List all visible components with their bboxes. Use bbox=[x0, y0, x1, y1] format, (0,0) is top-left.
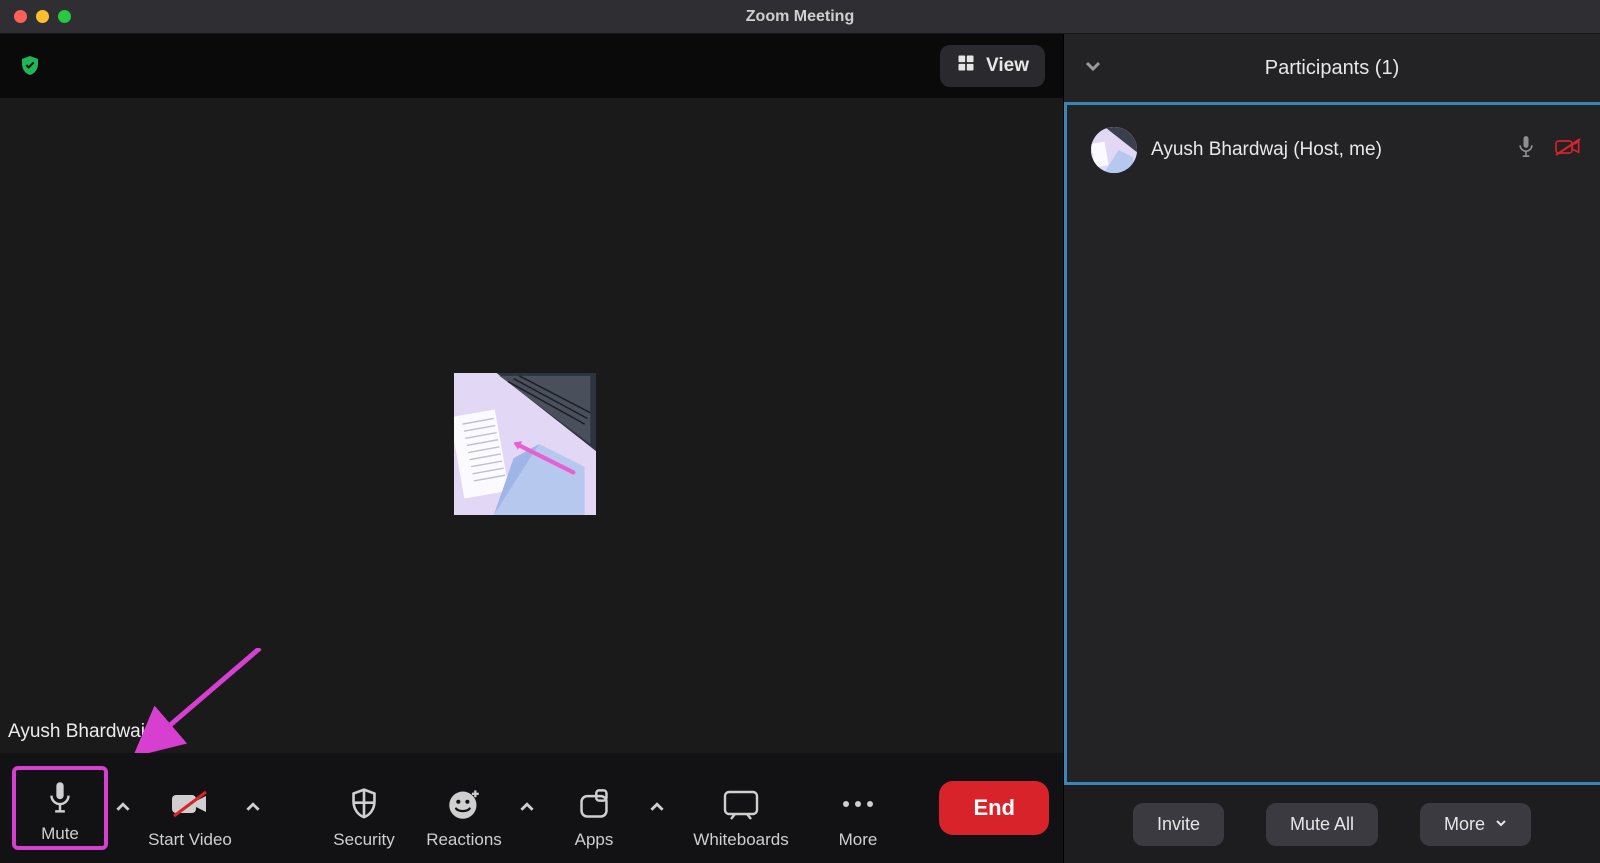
encryption-shield-icon[interactable] bbox=[18, 54, 42, 78]
participants-more-label: More bbox=[1444, 814, 1485, 835]
meeting-toolbar: Mute Start Video bbox=[0, 753, 1063, 863]
whiteboards-button[interactable]: Whiteboards bbox=[676, 766, 806, 850]
view-button-label: View bbox=[986, 55, 1029, 77]
mute-all-label: Mute All bbox=[1290, 814, 1354, 835]
close-window-button[interactable] bbox=[14, 10, 27, 23]
apps-options-caret[interactable] bbox=[642, 790, 672, 827]
reactions-button[interactable]: Reactions bbox=[416, 766, 512, 850]
mute-label: Mute bbox=[41, 824, 79, 844]
app-window: Zoom Meeting View bbox=[0, 0, 1600, 863]
participants-collapse-caret[interactable] bbox=[1084, 57, 1102, 80]
participant-status-icons bbox=[1516, 135, 1582, 165]
whiteboards-label: Whiteboards bbox=[693, 830, 788, 850]
view-button[interactable]: View bbox=[940, 45, 1045, 87]
whiteboard-icon bbox=[721, 784, 761, 824]
start-video-label: Start Video bbox=[148, 830, 232, 850]
apps-button[interactable]: Apps bbox=[546, 766, 642, 850]
chevron-down-icon bbox=[1495, 816, 1507, 832]
microphone-icon bbox=[1516, 135, 1536, 165]
maximize-window-button[interactable] bbox=[58, 10, 71, 23]
more-icon bbox=[840, 784, 876, 824]
avatar bbox=[1091, 127, 1137, 173]
window-title: Zoom Meeting bbox=[0, 8, 1600, 26]
video-controls-group: Start Video bbox=[142, 766, 268, 850]
participants-panel: Participants (1) Ayush Bhardwaj (Host, m… bbox=[1064, 34, 1600, 863]
invite-label: Invite bbox=[1157, 814, 1200, 835]
participant-name: Ayush Bhardwaj (Host, me) bbox=[1151, 139, 1502, 161]
mute-all-button[interactable]: Mute All bbox=[1266, 803, 1378, 846]
more-label: More bbox=[839, 830, 878, 850]
meeting-top-bar: View bbox=[0, 34, 1063, 98]
video-stage: Ayush Bhardwaj bbox=[0, 98, 1063, 753]
participants-list: Ayush Bhardwaj (Host, me) bbox=[1064, 102, 1600, 785]
microphone-icon bbox=[45, 778, 75, 818]
apps-icon bbox=[577, 784, 611, 824]
reactions-options-caret[interactable] bbox=[512, 790, 542, 827]
audio-options-caret[interactable] bbox=[108, 790, 138, 827]
audio-controls-group: Mute bbox=[12, 766, 138, 850]
shield-icon bbox=[348, 784, 380, 824]
participant-row[interactable]: Ayush Bhardwaj (Host, me) bbox=[1091, 127, 1582, 173]
security-button[interactable]: Security bbox=[316, 766, 412, 850]
participants-footer: Invite Mute All More bbox=[1064, 785, 1600, 863]
mute-button[interactable]: Mute bbox=[12, 766, 108, 850]
apps-label: Apps bbox=[575, 830, 614, 850]
invite-button[interactable]: Invite bbox=[1133, 803, 1224, 846]
self-video-avatar bbox=[454, 373, 596, 515]
participants-more-button[interactable]: More bbox=[1420, 803, 1531, 846]
smile-icon bbox=[447, 784, 481, 824]
app-body: View bbox=[0, 34, 1600, 863]
meeting-main-area: View bbox=[0, 34, 1064, 863]
participants-header: Participants (1) bbox=[1064, 34, 1600, 102]
more-button[interactable]: More bbox=[810, 766, 906, 850]
participants-title: Participants (1) bbox=[1064, 57, 1600, 80]
video-off-icon bbox=[170, 784, 210, 824]
start-video-button[interactable]: Start Video bbox=[142, 766, 238, 850]
end-label: End bbox=[973, 795, 1015, 820]
window-traffic-lights bbox=[14, 10, 71, 23]
annotation-arrow bbox=[130, 648, 280, 753]
reactions-label: Reactions bbox=[426, 830, 502, 850]
apps-group: Apps bbox=[546, 766, 672, 850]
end-meeting-button[interactable]: End bbox=[939, 781, 1049, 835]
video-off-icon bbox=[1554, 137, 1582, 163]
video-options-caret[interactable] bbox=[238, 790, 268, 827]
reactions-group: Reactions bbox=[416, 766, 542, 850]
grid-icon bbox=[956, 53, 976, 79]
self-name-label: Ayush Bhardwaj bbox=[8, 721, 145, 743]
security-label: Security bbox=[333, 830, 394, 850]
minimize-window-button[interactable] bbox=[36, 10, 49, 23]
titlebar: Zoom Meeting bbox=[0, 0, 1600, 34]
